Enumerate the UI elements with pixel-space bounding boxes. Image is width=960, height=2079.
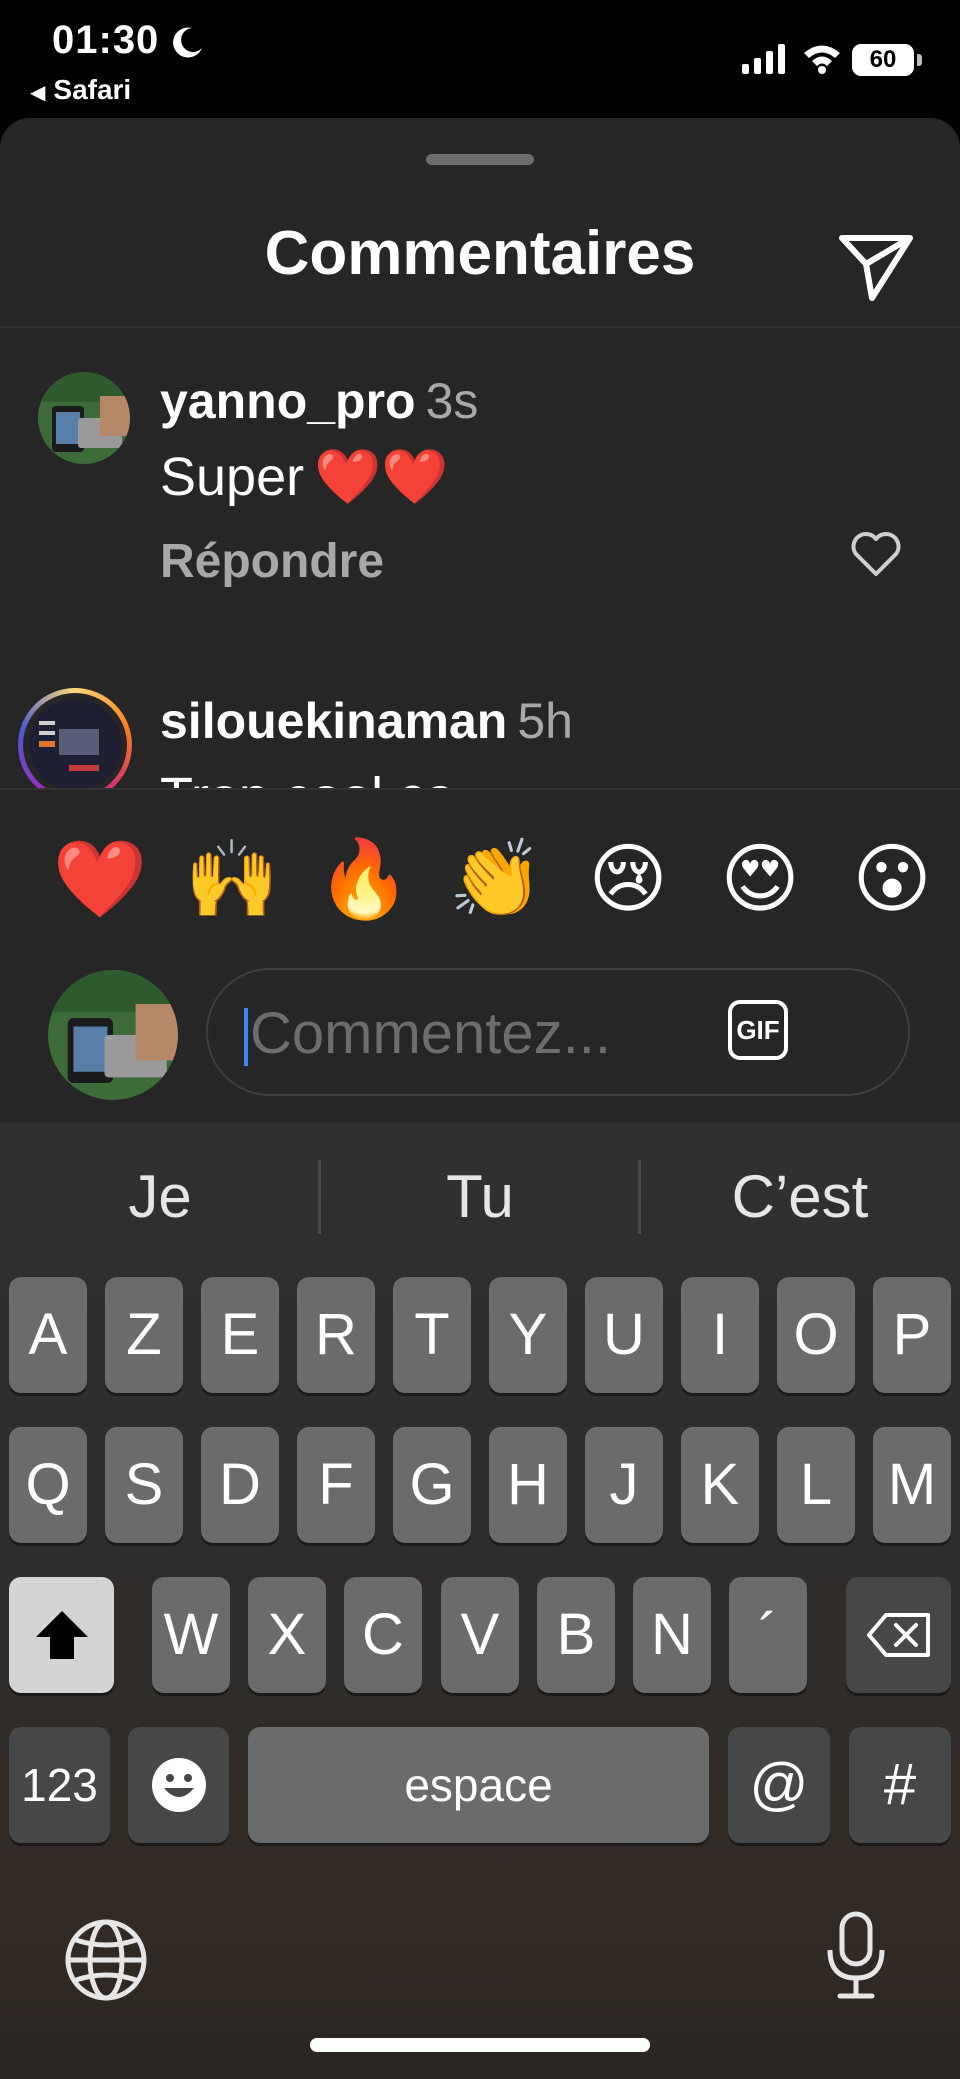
key-p[interactable]: P [873, 1277, 951, 1393]
key-a[interactable]: A [9, 1277, 87, 1393]
comment-input[interactable] [250, 998, 710, 1068]
sheet-title: Commentaires [264, 219, 696, 288]
sheet-divider [0, 326, 960, 328]
emoji-reaction-cry[interactable]: 😢 [578, 830, 678, 930]
comment-header: silouekinaman 5h [160, 692, 573, 750]
comment-emoji: ❤️❤️ [314, 447, 449, 507]
emoji-reaction-heart-eyes[interactable]: 😍 [710, 830, 810, 930]
space-key[interactable]: espace [248, 1727, 709, 1843]
backspace-key[interactable] [846, 1577, 951, 1693]
emoji-reaction-clap[interactable]: 👏 [446, 830, 546, 930]
comment-time: 3s [425, 373, 479, 429]
key-w[interactable]: W [152, 1577, 230, 1693]
at-key[interactable]: @ [728, 1727, 830, 1843]
key-y[interactable]: Y [489, 1277, 567, 1393]
suggestion-bar: Je Tu C’est [0, 1122, 960, 1272]
emoji-keyboard-key[interactable] [128, 1727, 229, 1843]
key-n[interactable]: N [633, 1577, 711, 1693]
key-m[interactable]: M [873, 1427, 951, 1543]
key-f[interactable]: F [297, 1427, 375, 1543]
key-acute[interactable]: ´ [729, 1577, 807, 1693]
key-b[interactable]: B [537, 1577, 615, 1693]
status-bar: 01:30 ◀ Safari 60 [0, 0, 960, 118]
back-triangle-icon: ◀ [30, 82, 46, 104]
moon-icon [173, 27, 202, 58]
comment-header: yanno_pro 3s [160, 372, 478, 430]
key-t[interactable]: T [393, 1277, 471, 1393]
globe-icon[interactable] [64, 1918, 148, 2002]
smiley-icon [151, 1758, 206, 1812]
signal-icon [742, 44, 785, 74]
comment-text: Super ❤️❤️ [160, 446, 449, 509]
key-h[interactable]: H [489, 1427, 567, 1543]
reply-button[interactable]: Répondre [160, 534, 384, 589]
home-indicator[interactable] [310, 2038, 650, 2052]
sheet-grabber[interactable] [426, 154, 534, 165]
emoji-reaction-row: ❤️ 🙌 🔥 👏 😢 😍 😮 [0, 830, 960, 930]
key-j[interactable]: J [585, 1427, 663, 1543]
suggestion-item[interactable]: C’est [640, 1162, 960, 1231]
comment-username[interactable]: yanno_pro [160, 373, 416, 429]
key-d[interactable]: D [201, 1427, 279, 1543]
key-r[interactable]: R [297, 1277, 375, 1393]
comment-composer[interactable]: GIF [206, 968, 910, 1096]
back-app-label: Safari [53, 74, 132, 105]
key-l[interactable]: L [777, 1427, 855, 1543]
back-to-app-link[interactable]: ◀ Safari [30, 74, 131, 106]
hash-key[interactable]: # [849, 1727, 951, 1843]
paper-plane-icon[interactable] [836, 228, 916, 304]
avatar-story-ring[interactable] [18, 688, 132, 802]
key-k[interactable]: K [681, 1427, 759, 1543]
keyboard: Je Tu C’est A Z E R T Y U I O P Q S D F … [0, 1122, 960, 2079]
emoji-reaction-fire[interactable]: 🔥 [314, 830, 414, 930]
key-u[interactable]: U [585, 1277, 663, 1393]
text-caret [244, 1008, 248, 1066]
heart-icon[interactable] [850, 530, 902, 578]
key-g[interactable]: G [393, 1427, 471, 1543]
key-e[interactable]: E [201, 1277, 279, 1393]
backspace-icon [866, 1613, 930, 1657]
emoji-reaction-raised-hands[interactable]: 🙌 [182, 830, 282, 930]
emoji-reaction-wow[interactable]: 😮 [842, 830, 942, 930]
microphone-icon[interactable] [824, 1910, 888, 2002]
comment-body: Super [160, 447, 305, 507]
gif-button[interactable]: GIF [728, 1000, 788, 1060]
key-v[interactable]: V [441, 1577, 519, 1693]
my-avatar [48, 970, 178, 1100]
key-x[interactable]: X [248, 1577, 326, 1693]
status-time: 01:30 [52, 18, 160, 62]
suggestion-item[interactable]: Tu [320, 1162, 640, 1231]
key-q[interactable]: Q [9, 1427, 87, 1543]
comment-time: 5h [517, 693, 573, 749]
key-c[interactable]: C [344, 1577, 422, 1693]
numbers-key[interactable]: 123 [9, 1727, 110, 1843]
key-z[interactable]: Z [105, 1277, 183, 1393]
avatar[interactable] [38, 372, 130, 464]
shift-arrow-icon [35, 1611, 88, 1659]
comment-username[interactable]: silouekinaman [160, 693, 507, 749]
comments-sheet: Commentaires yanno_pro 3s Super ❤️❤️ Répon… [0, 118, 960, 1122]
shift-key[interactable] [9, 1577, 114, 1693]
key-o[interactable]: O [777, 1277, 855, 1393]
suggestion-item[interactable]: Je [0, 1162, 320, 1231]
battery-icon: 60 [852, 44, 914, 76]
emoji-reaction-heart[interactable]: ❤️ [50, 830, 150, 930]
wifi-icon [804, 45, 840, 74]
battery-tip [917, 54, 922, 66]
avatar [29, 699, 121, 791]
key-s[interactable]: S [105, 1427, 183, 1543]
key-i[interactable]: I [681, 1277, 759, 1393]
